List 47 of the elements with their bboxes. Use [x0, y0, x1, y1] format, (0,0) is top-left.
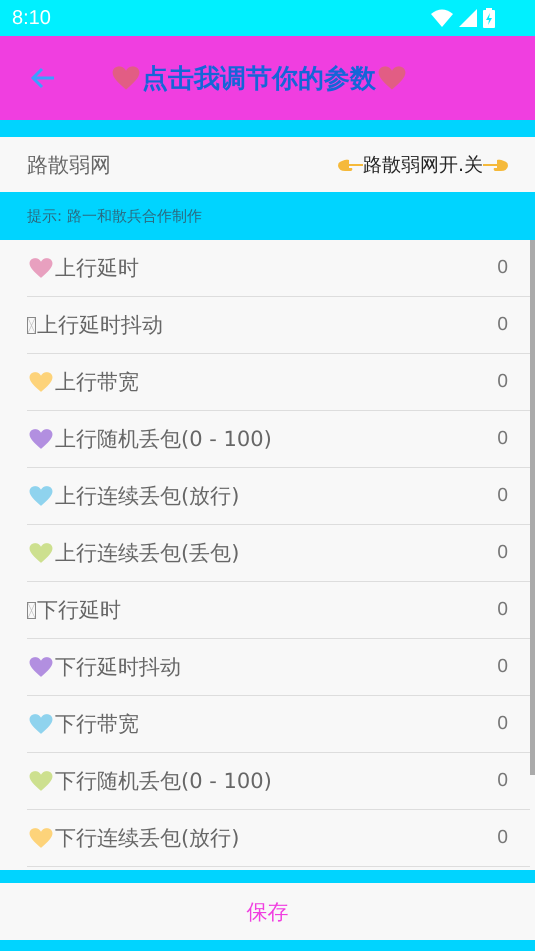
parameter-row[interactable]: 上行延时抖动 0 [27, 297, 530, 354]
parameter-value: 0 [497, 827, 508, 849]
parameter-label: 下行延时 [37, 597, 121, 624]
parameter-row[interactable]: 下行连续丢包(放行) 0 [27, 810, 530, 867]
parameter-label: 上行延时 [55, 255, 139, 282]
parameter-value: 0 [497, 770, 508, 792]
parameter-value: 0 [497, 314, 508, 336]
setting-label: 路散弱网 [27, 152, 111, 178]
switch-toggle[interactable]: 路散弱网开.关 [362, 152, 483, 178]
parameter-value: 0 [497, 656, 508, 678]
tip-text: 提示: 路一和散兵合作制作 [27, 206, 202, 226]
parameter-row[interactable]: 下行随机丢包(0 - 100) 0 [27, 753, 530, 810]
parameter-row[interactable]: 上行连续丢包(丢包) 0 [27, 525, 530, 582]
parameter-label: 上行连续丢包(丢包) [55, 540, 240, 567]
parameter-row[interactable]: 下行带宽 0 [27, 696, 530, 753]
parameter-row[interactable]: 下行延时抖动 0 [27, 639, 530, 696]
wifi-icon [431, 9, 453, 27]
parameter-label: 下行延时抖动 [55, 654, 181, 681]
battery-icon [483, 8, 495, 28]
clock-time: 8:10 [12, 6, 51, 30]
parameter-value: 0 [497, 713, 508, 735]
parameter-value: 0 [497, 485, 508, 507]
back-arrow-icon[interactable] [30, 66, 56, 90]
parameter-row[interactable]: 上行随机丢包(0 - 100) 0 [27, 411, 530, 468]
save-button[interactable]: 保存 [0, 883, 535, 940]
cell-signal-icon [459, 9, 477, 27]
parameter-value: 0 [497, 599, 508, 621]
parameter-label: 下行随机丢包(0 - 100) [55, 768, 272, 795]
parameter-row[interactable]: 上行延时 0 [27, 240, 530, 297]
parameter-label: 上行带宽 [55, 369, 139, 396]
parameter-value: 0 [497, 542, 508, 564]
heart-icon [376, 64, 408, 92]
parameter-value: 0 [497, 257, 508, 279]
parameter-label: 上行延时抖动 [37, 312, 163, 339]
heart-icon [110, 64, 142, 92]
parameter-row[interactable]: 上行连续丢包(放行) 0 [27, 468, 530, 525]
screen-title: 点击我调节你的参数 [142, 62, 376, 96]
parameter-row[interactable]: 上行带宽 0 [27, 354, 530, 411]
parameter-value: 0 [497, 371, 508, 393]
parameter-label: 下行连续丢包(放行) [55, 825, 240, 852]
parameter-label: 上行随机丢包(0 - 100) [55, 426, 272, 453]
missing-glyph-icon [27, 602, 36, 618]
parameter-value: 0 [497, 428, 508, 450]
parameter-label: 上行连续丢包(放行) [55, 483, 240, 510]
missing-glyph-icon [27, 316, 36, 334]
parameter-row[interactable]: 下行延时 0 [27, 582, 530, 639]
parameter-label: 下行带宽 [55, 711, 139, 738]
